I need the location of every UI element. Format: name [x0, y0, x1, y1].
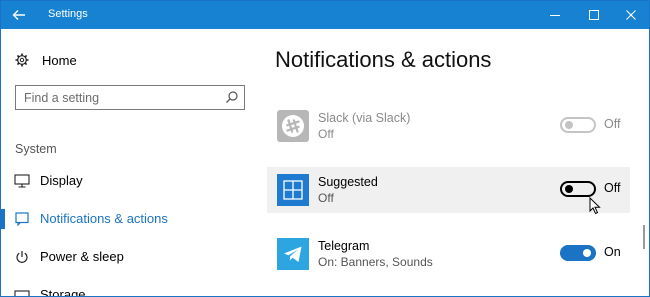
active-indicator	[1, 209, 5, 229]
toggle-state-label: On	[604, 245, 621, 259]
app-status: On: Banners, Sounds	[318, 255, 433, 269]
app-row-slack: Slack (via Slack) Off Off	[267, 103, 630, 149]
home-link[interactable]: Home	[15, 52, 77, 68]
sidebar-item-label: Notifications & actions	[40, 211, 168, 226]
minimize-button[interactable]	[537, 1, 573, 29]
sidebar-item-label: Power & sleep	[40, 249, 124, 264]
sidebar-item-storage[interactable]: Storage	[1, 283, 256, 297]
maximize-button[interactable]	[576, 1, 612, 29]
close-icon	[626, 10, 636, 20]
back-arrow-icon	[12, 10, 25, 20]
toggle-knob	[565, 121, 573, 129]
notification-icon	[14, 211, 30, 227]
sidebar-item-notifications[interactable]: Notifications & actions	[1, 207, 256, 231]
close-button[interactable]	[613, 1, 649, 29]
toggle-state-label: Off	[604, 117, 621, 131]
app-status: Off	[318, 127, 334, 141]
group-label-system: System	[15, 142, 57, 156]
window-title: Settings	[48, 8, 88, 20]
app-row-telegram: Telegram On: Banners, Sounds On	[267, 231, 630, 277]
sidebar-item-label: Display	[40, 173, 83, 188]
toggle-state-label: Off	[604, 181, 621, 195]
suggested-icon	[277, 174, 309, 206]
search-box	[15, 85, 245, 110]
search-icon[interactable]	[225, 90, 239, 104]
power-icon	[14, 249, 30, 265]
main-content: Notifications & actions Slack (via Slack…	[257, 29, 649, 296]
slack-toggle[interactable]	[560, 117, 596, 133]
app-name: Slack (via Slack)	[318, 111, 411, 125]
telegram-toggle[interactable]	[560, 245, 596, 261]
toggle-knob	[583, 249, 591, 257]
telegram-icon	[277, 238, 309, 270]
app-name: Suggested	[318, 175, 378, 189]
app-status: Off	[318, 191, 334, 205]
suggested-toggle[interactable]	[560, 181, 596, 197]
home-label: Home	[42, 52, 77, 68]
settings-window: Settings Home Find a setting System Disp…	[0, 0, 650, 297]
sidebar-item-power[interactable]: Power & sleep	[1, 245, 256, 269]
title-bar: Settings	[1, 1, 649, 29]
maximize-icon	[589, 10, 599, 20]
sidebar: Home System Display Notifications & acti…	[1, 29, 256, 297]
back-button[interactable]	[1, 1, 37, 29]
sidebar-item-label: Storage	[40, 287, 86, 297]
minimize-icon	[550, 15, 560, 16]
toggle-knob	[565, 185, 573, 193]
slack-icon	[277, 110, 309, 142]
scrollbar-thumb[interactable]	[643, 225, 645, 249]
sidebar-item-display[interactable]: Display	[1, 169, 256, 193]
mouse-cursor-icon	[589, 197, 601, 215]
storage-icon	[14, 287, 30, 296]
gear-icon	[15, 53, 29, 67]
app-name: Telegram	[318, 239, 370, 253]
search-input[interactable]	[16, 86, 216, 109]
monitor-icon	[14, 173, 30, 189]
app-row-suggested: Suggested Off Off	[267, 167, 630, 215]
page-title: Notifications & actions	[275, 47, 492, 72]
